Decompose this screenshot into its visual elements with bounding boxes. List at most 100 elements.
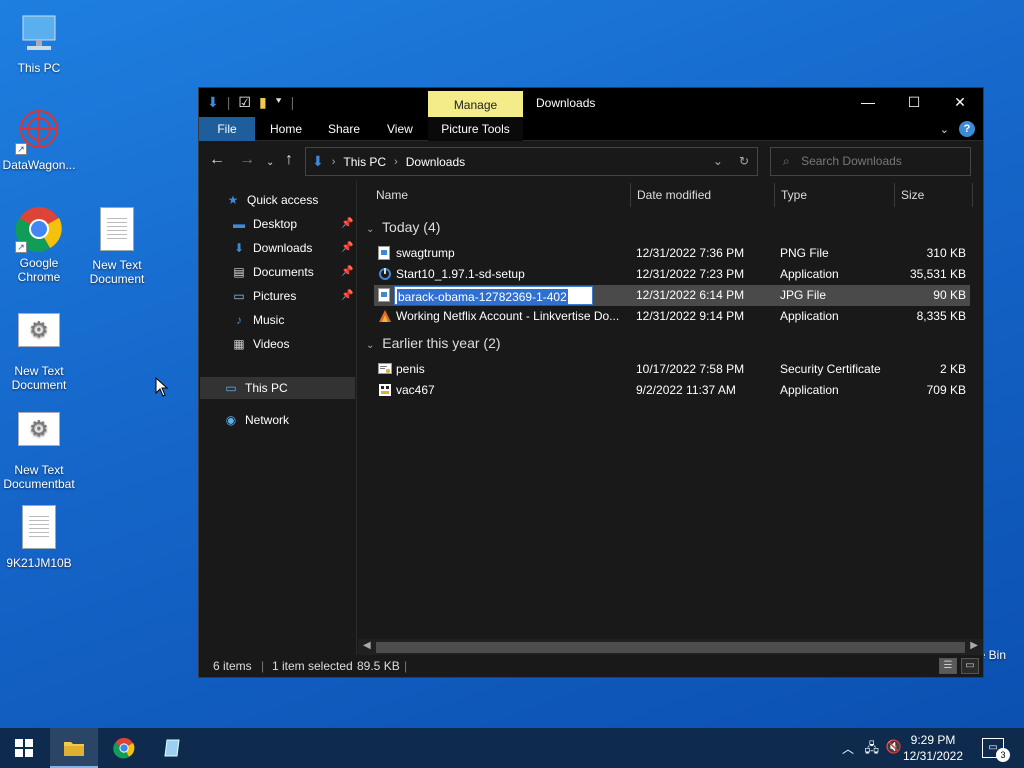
address-bar[interactable]: ⬇ › This PC › Downloads ⌄ ↻ (305, 147, 758, 176)
file-row[interactable]: Working Netflix Account - Linkvertise Do… (374, 306, 970, 327)
nav-item-label: Documents (253, 265, 314, 279)
desktop-icon-new-text-document[interactable]: New Text Document (78, 205, 156, 286)
column-header-type[interactable]: Type (781, 181, 807, 209)
rename-input[interactable]: barack-obama-12782369-1-402 (394, 286, 593, 305)
column-header-name[interactable]: Name (376, 181, 408, 209)
details-view-icon[interactable]: ☰ (939, 658, 957, 674)
nav-item-desktop[interactable]: ▬ Desktop 📌 (231, 213, 353, 235)
large-icons-view-icon[interactable]: ▭ (961, 658, 979, 674)
nav-item-label: Downloads (253, 241, 313, 255)
nav-item-quick-access[interactable]: ★ Quick access (225, 189, 319, 211)
tab-file[interactable]: File (199, 117, 255, 141)
group-header-earlier-this-year[interactable]: ⌄ Earlier this year (2) (366, 335, 501, 351)
downloads-location-icon: ⬇ (312, 153, 324, 169)
horizontal-scrollbar[interactable]: ◀ ▶ (358, 639, 983, 656)
taskbar-chrome[interactable] (100, 728, 148, 768)
maximize-button[interactable]: ☐ (891, 88, 937, 117)
file-date: 12/31/2022 6:14 PM (636, 288, 745, 302)
divider: | (261, 659, 265, 673)
title-bar[interactable]: ⬇ | ☑ ▮ ⯆ | Manage Downloads — ☐ ✕ (199, 88, 983, 117)
file-name: vac467 (396, 383, 435, 397)
tab-picture-tools[interactable]: Picture Tools (428, 117, 523, 141)
nav-item-pictures[interactable]: ▭ Pictures 📌 (231, 285, 353, 307)
pictures-icon: ▭ (233, 289, 245, 303)
desktop-icon-this-pc[interactable]: This PC (0, 10, 78, 75)
datawagon-icon: ↗ (15, 107, 63, 155)
column-header-size[interactable]: Size (901, 181, 924, 209)
group-header-today[interactable]: ⌄ Today (4) (366, 219, 440, 235)
search-input[interactable]: ⌕ Search Downloads (770, 147, 971, 176)
expand-ribbon-icon[interactable]: ⌄ (940, 123, 949, 136)
nav-item-this-pc[interactable]: ▭ This PC (223, 377, 287, 399)
minimize-button[interactable]: — (845, 88, 891, 117)
customize-qat-icon[interactable]: ⯆ (275, 94, 283, 110)
nav-item-label: Videos (253, 337, 290, 351)
file-row-selected[interactable]: barack-obama-12782369-1-402 12/31/2022 6… (374, 285, 970, 306)
file-row[interactable]: vac467 9/2/2022 11:37 AM Application 709… (374, 380, 970, 401)
nav-item-music[interactable]: ♪ Music (231, 309, 284, 331)
image-file-icon (378, 288, 390, 302)
chevron-down-icon: ⌄ (366, 224, 375, 235)
window-controls: — ☐ ✕ (845, 88, 983, 117)
refresh-icon[interactable]: ↻ (739, 154, 749, 168)
chrome-icon (113, 737, 135, 759)
column-divider[interactable] (630, 183, 631, 207)
address-dropdown-icon[interactable]: ⌄ (713, 154, 723, 168)
new-folder-icon[interactable]: ▮ (259, 94, 267, 110)
nav-item-documents[interactable]: ▤ Documents 📌 (231, 261, 353, 283)
breadcrumb-downloads[interactable]: Downloads (406, 155, 465, 169)
file-date: 12/31/2022 7:23 PM (636, 267, 745, 281)
show-hidden-icons-icon[interactable]: ︿ (842, 740, 854, 757)
column-divider[interactable] (972, 183, 973, 207)
recent-locations-button[interactable]: ⌄ (266, 154, 274, 172)
videos-icon: ▦ (233, 337, 245, 351)
file-row[interactable]: Start10_1.97.1-sd-setup 12/31/2022 7:23 … (374, 264, 970, 285)
network-status-icon[interactable]: 🖧 (865, 739, 880, 761)
address-bar-controls: ⌄ ↻ (713, 154, 749, 168)
nav-item-network[interactable]: ◉ Network (223, 409, 289, 431)
file-size: 35,531 KB (909, 267, 966, 281)
file-name: swagtrump (396, 246, 455, 260)
scrollbar-thumb[interactable] (376, 642, 965, 653)
file-row[interactable]: swagtrump 12/31/2022 7:36 PM PNG File 31… (374, 243, 970, 264)
close-button[interactable]: ✕ (937, 88, 983, 117)
file-size: 310 KB (926, 246, 966, 260)
forward-button[interactable]: → (239, 151, 255, 169)
desktop-icon-new-text-documentbat[interactable]: ⚙ New Text Documentbat (0, 404, 78, 491)
file-name: Working Netflix Account - Linkvertise Do… (396, 309, 620, 323)
music-icon: ♪ (236, 313, 242, 327)
help-icon[interactable]: ? (959, 121, 975, 137)
up-button[interactable]: ↑ (285, 151, 293, 169)
properties-icon[interactable]: ☑ (238, 94, 251, 110)
taskbar: ︿ 🖧 🔇 9:29 PM 12/31/2022 ▭ 3 (0, 728, 1024, 768)
desktop-icon-new-text-document-2[interactable]: ⚙ New Text Document (0, 305, 78, 392)
back-button[interactable]: ← (209, 151, 225, 169)
scroll-left-icon[interactable]: ◀ (363, 640, 371, 651)
taskbar-app[interactable] (148, 728, 196, 768)
tab-view[interactable]: View (377, 117, 423, 141)
tab-home[interactable]: Home (260, 117, 312, 141)
group-header-label: Today (4) (382, 219, 441, 235)
column-header-date-modified[interactable]: Date modified (637, 181, 711, 209)
nav-item-videos[interactable]: ▦ Videos (231, 333, 289, 355)
installer-icon (378, 267, 391, 281)
scroll-right-icon[interactable]: ▶ (970, 640, 978, 651)
status-selected: 1 item selected (272, 659, 353, 673)
desktop-icon-datawagon[interactable]: ↗ DataWagon... (0, 107, 78, 172)
pin-icon: 📌 (341, 242, 354, 253)
file-date: 12/31/2022 9:14 PM (636, 309, 745, 323)
taskbar-file-explorer[interactable] (50, 728, 98, 768)
manage-context-tab[interactable]: Manage (428, 91, 523, 117)
nav-item-downloads[interactable]: ⬇ Downloads 📌 (231, 237, 354, 259)
column-divider[interactable] (774, 183, 775, 207)
desktop-icon-google-chrome[interactable]: ↗ Google Chrome (0, 205, 78, 284)
clock[interactable]: 9:29 PM 12/31/2022 (898, 732, 968, 764)
file-row[interactable]: penis 10/17/2022 7:58 PM Security Certif… (374, 359, 970, 380)
tab-share[interactable]: Share (318, 117, 370, 141)
desktop-icon-label: DataWagon... (2, 158, 76, 172)
column-divider[interactable] (894, 183, 895, 207)
desktop-icon-9k21jm10b[interactable]: 9K21JM10B (0, 503, 78, 570)
start-button[interactable] (0, 728, 48, 768)
rename-input-text: barack-obama-12782369-1-402 (397, 289, 568, 305)
breadcrumb-this-pc[interactable]: This PC (343, 155, 386, 169)
